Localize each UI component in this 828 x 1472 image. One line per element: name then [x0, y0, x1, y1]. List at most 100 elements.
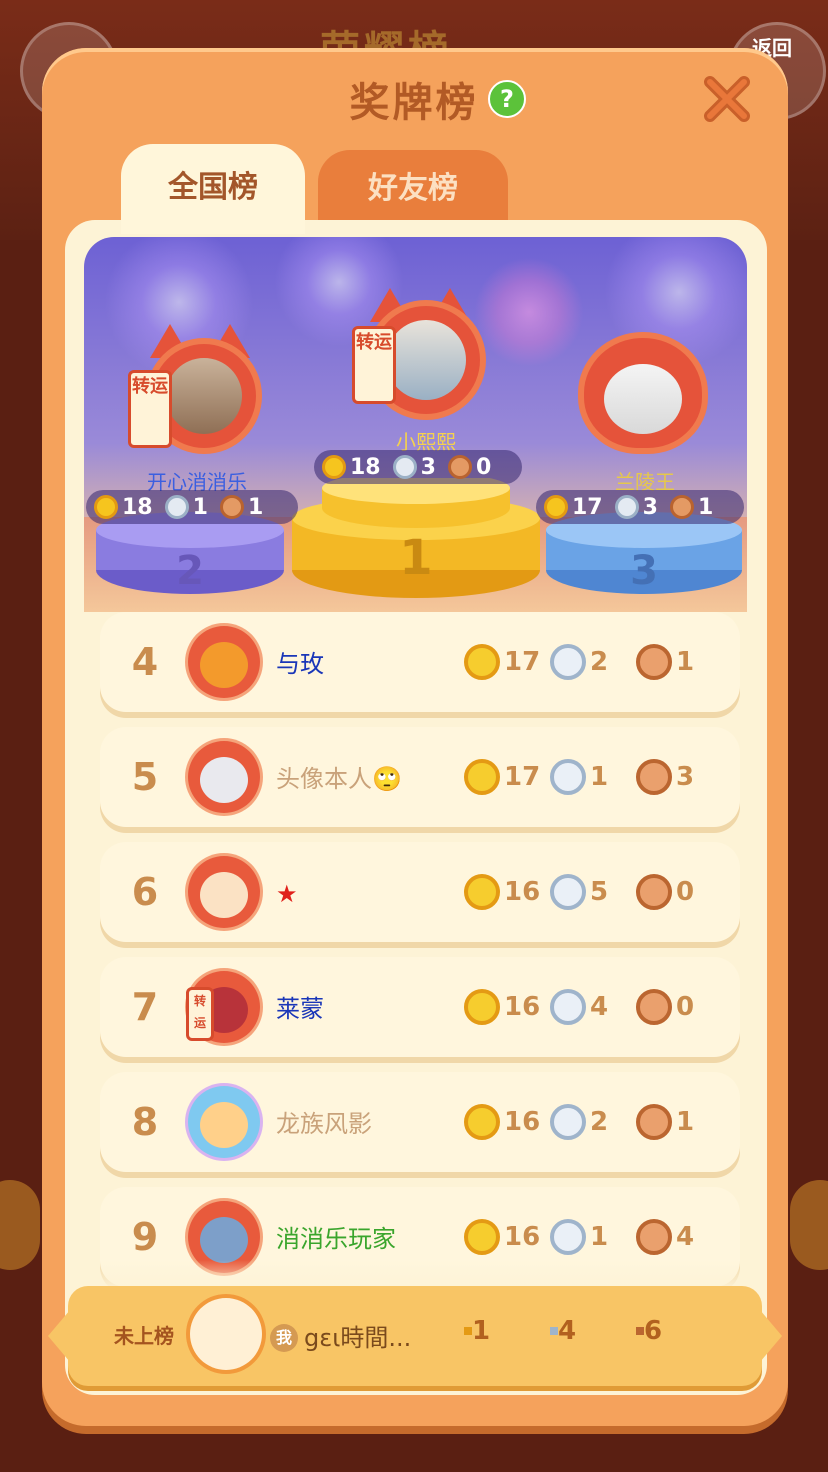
gold-count: 17 [504, 762, 541, 792]
silver-count: 3 [642, 494, 658, 520]
gold-medal-icon [464, 759, 500, 795]
silver-medal-icon [550, 874, 586, 910]
bronze-medal-icon [636, 759, 672, 795]
bronze-count: 1 [247, 494, 264, 520]
bar-left-wing [48, 1310, 70, 1362]
gold-medal-icon [544, 495, 568, 519]
gold-count: 16 [504, 1222, 541, 1252]
silver-count: 4 [558, 1316, 577, 1346]
lion-dance-avatar[interactable] [188, 626, 260, 698]
row-rank: 5 [131, 755, 159, 799]
bronze-count: 0 [475, 454, 492, 480]
silver-count: 2 [590, 1107, 609, 1137]
pedestal-third-number: 3 [630, 548, 658, 594]
gold-medal-icon [464, 1327, 472, 1335]
lion-dance-avatar[interactable] [188, 856, 260, 928]
third-place-medals: 17 3 1 [536, 490, 744, 524]
bronze-medal-icon [447, 455, 472, 479]
leaderboard-row[interactable]: 6 ★ 16 5 0 [100, 842, 740, 942]
gold-count: 16 [504, 992, 541, 1022]
gold-count: 17 [572, 494, 603, 520]
my-medals: 1 4 6 [464, 1316, 722, 1346]
pedestal-second-number: 2 [176, 548, 204, 594]
silver-count: 1 [590, 1222, 609, 1252]
gold-count: 1 [472, 1316, 491, 1346]
silver-count: 2 [590, 647, 609, 677]
row-medals: 17 2 1 [464, 644, 722, 680]
row-medals: 16 1 4 [464, 1219, 722, 1255]
my-rank-label: 未上榜 [114, 1324, 174, 1348]
bronze-count: 3 [676, 762, 695, 792]
player-name: 莱蒙 [276, 995, 324, 1023]
background-right-decoration [790, 1180, 828, 1270]
gold-count: 16 [504, 877, 541, 907]
silver-medal-icon [392, 455, 417, 479]
leaderboard-row[interactable]: 4 与玫 17 2 1 [100, 612, 740, 712]
gold-medal-icon [464, 1104, 500, 1140]
silver-medal-icon [550, 989, 586, 1025]
firework-decoration [474, 257, 584, 367]
player-name: 与玫 [276, 650, 324, 678]
row-rank: 4 [131, 640, 159, 684]
my-avatar[interactable] [190, 1298, 262, 1370]
my-name: gɛι時間... [304, 1324, 412, 1352]
player-name: ★ [276, 880, 298, 908]
bronze-count: 6 [644, 1316, 663, 1346]
gold-medal-icon [322, 455, 346, 479]
player-name: 龙族风影 [276, 1110, 372, 1138]
bronze-medal-icon [669, 495, 694, 519]
bronze-medal-icon [636, 1327, 644, 1335]
bronze-count: 0 [676, 877, 695, 907]
my-rank-bar[interactable]: 未上榜 我 gɛι時間... 1 4 6 [48, 1286, 782, 1386]
help-icon[interactable]: ? [488, 80, 526, 118]
row-rank: 8 [131, 1100, 159, 1144]
silver-count: 1 [192, 494, 208, 520]
leaderboard-row[interactable]: 8 龙族风影 16 2 1 [100, 1072, 740, 1172]
leaderboard-row[interactable]: 7 转运 莱蒙 16 4 0 [100, 957, 740, 1057]
background-left-decoration [0, 1180, 40, 1270]
first-place-talisman: 转运 [352, 326, 396, 404]
bronze-count: 1 [676, 1107, 695, 1137]
row-rank: 6 [131, 870, 159, 914]
tab-national[interactable]: 全国榜 [121, 144, 305, 234]
silver-medal-icon [550, 644, 586, 680]
row-rank: 7 [131, 985, 159, 1029]
silver-medal-icon [550, 759, 586, 795]
gold-medal-icon [464, 989, 500, 1025]
row-medals: 16 5 0 [464, 874, 722, 910]
close-icon[interactable] [700, 72, 754, 126]
silver-medal-icon [164, 495, 189, 519]
gold-medal-icon [94, 495, 118, 519]
bar-right-wing [760, 1310, 782, 1362]
gold-count: 17 [504, 647, 541, 677]
bronze-count: 0 [676, 992, 695, 1022]
silver-count: 3 [420, 454, 436, 480]
gold-medal-icon [464, 1219, 500, 1255]
third-place-avatar[interactable] [584, 338, 702, 448]
bronze-medal-icon [636, 644, 672, 680]
bronze-medal-icon [636, 1104, 672, 1140]
silver-medal-icon [550, 1104, 586, 1140]
bronze-count: 1 [676, 647, 695, 677]
row-medals: 16 4 0 [464, 989, 722, 1025]
bronze-medal-icon [636, 1219, 672, 1255]
cartoon-avatar[interactable] [188, 1086, 260, 1158]
silver-count: 1 [590, 762, 609, 792]
row-medals: 16 2 1 [464, 1104, 722, 1140]
bronze-count: 1 [697, 494, 714, 520]
first-place-medals: 18 3 0 [314, 450, 522, 484]
gold-count: 16 [504, 1107, 541, 1137]
lion-dance-avatar[interactable] [188, 741, 260, 813]
silver-count: 5 [590, 877, 609, 907]
gold-medal-icon [464, 644, 500, 680]
pedestal-first-number: 1 [399, 530, 433, 586]
bronze-count: 4 [676, 1222, 695, 1252]
silver-medal-icon [550, 1219, 586, 1255]
gold-medal-icon [464, 874, 500, 910]
second-place-medals: 18 1 1 [86, 490, 298, 524]
row-medals: 17 1 3 [464, 759, 722, 795]
silver-medal-icon [614, 495, 639, 519]
leaderboard-row[interactable]: 5 头像本人🙄 17 1 3 [100, 727, 740, 827]
tab-friends[interactable]: 好友榜 [318, 150, 508, 230]
me-badge: 我 [270, 1324, 298, 1352]
